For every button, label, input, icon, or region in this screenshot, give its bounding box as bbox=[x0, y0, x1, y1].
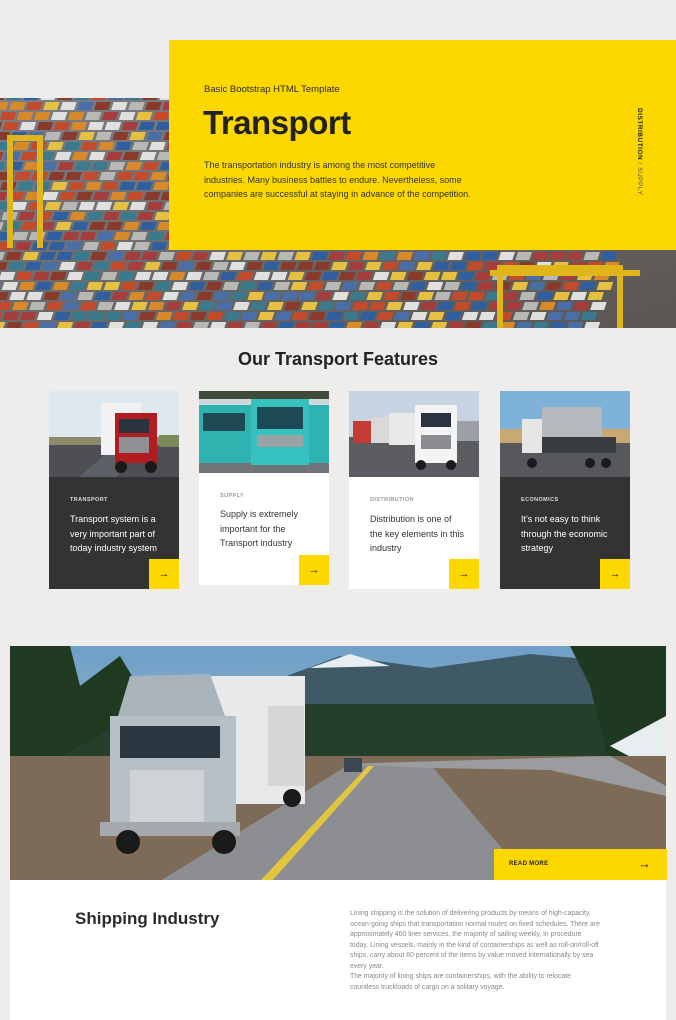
vertical-caption-strong: DISTRIBUTION bbox=[636, 108, 643, 161]
arrow-right-icon[interactable]: → bbox=[449, 559, 479, 589]
shipping-section: Shipping Industry Lining shipping is the… bbox=[10, 880, 666, 1020]
white-trucks-image bbox=[349, 391, 479, 477]
feature-card-distribution[interactable]: DISTRIBUTION Distribution is one of the … bbox=[349, 391, 479, 589]
feature-text: It's not easy to think through the econo… bbox=[521, 514, 608, 553]
red-truck-image bbox=[49, 391, 179, 477]
arrow-right-icon[interactable]: → bbox=[299, 555, 329, 585]
vertical-caption-light: SUPPLY bbox=[636, 167, 643, 196]
shipping-text: Lining shipping is the solution of deliv… bbox=[350, 910, 600, 991]
feature-card-body: TRANSPORT Transport system is a very imp… bbox=[49, 477, 179, 589]
arrow-right-icon[interactable]: → bbox=[600, 559, 630, 589]
feature-card-economics[interactable]: ECONOMICS It's not easy to think through… bbox=[500, 391, 630, 589]
feature-card-body: SUPPLY Supply is extremely important for… bbox=[199, 473, 329, 585]
feature-text: Distribution is one of the key elements … bbox=[370, 514, 465, 553]
feature-category: SUPPLY bbox=[220, 493, 244, 499]
arrow-right-icon: → bbox=[638, 856, 651, 871]
teal-trucks-image bbox=[199, 391, 329, 473]
vertical-caption: DISTRIBUTION / SUPPLY bbox=[634, 108, 644, 195]
feature-card-transport[interactable]: TRANSPORT Transport system is a very imp… bbox=[49, 391, 179, 589]
hero-subtitle: Basic Bootstrap HTML Template bbox=[204, 84, 340, 95]
read-more-button[interactable]: READ MORE → bbox=[494, 849, 667, 880]
hero-panel: Basic Bootstrap HTML Template Transport … bbox=[169, 40, 676, 250]
features-title: Our Transport Features bbox=[237, 349, 439, 369]
feature-card-supply[interactable]: SUPPLY Supply is extremely important for… bbox=[199, 391, 329, 585]
tanker-truck-image bbox=[500, 391, 630, 477]
feature-card-body: ECONOMICS It's not easy to think through… bbox=[500, 477, 630, 589]
feature-card-body: DISTRIBUTION Distribution is one of the … bbox=[349, 477, 479, 589]
feature-text: Transport system is a very important par… bbox=[70, 514, 158, 553]
shipping-title: Shipping Industry bbox=[75, 909, 220, 928]
feature-category: DISTRIBUTION bbox=[370, 497, 414, 503]
hero-description: The transportation industry is among the… bbox=[204, 160, 471, 199]
highway-truck-image bbox=[10, 646, 666, 881]
hero-section: Basic Bootstrap HTML Template Transport … bbox=[0, 0, 676, 330]
feature-category: ECONOMICS bbox=[521, 497, 559, 503]
page-title: Transport bbox=[203, 104, 351, 141]
feature-category: TRANSPORT bbox=[70, 497, 108, 503]
read-more-label: READ MORE bbox=[509, 861, 549, 867]
feature-text: Supply is extremely important for the Tr… bbox=[220, 509, 299, 548]
arrow-right-icon[interactable]: → bbox=[149, 559, 179, 589]
